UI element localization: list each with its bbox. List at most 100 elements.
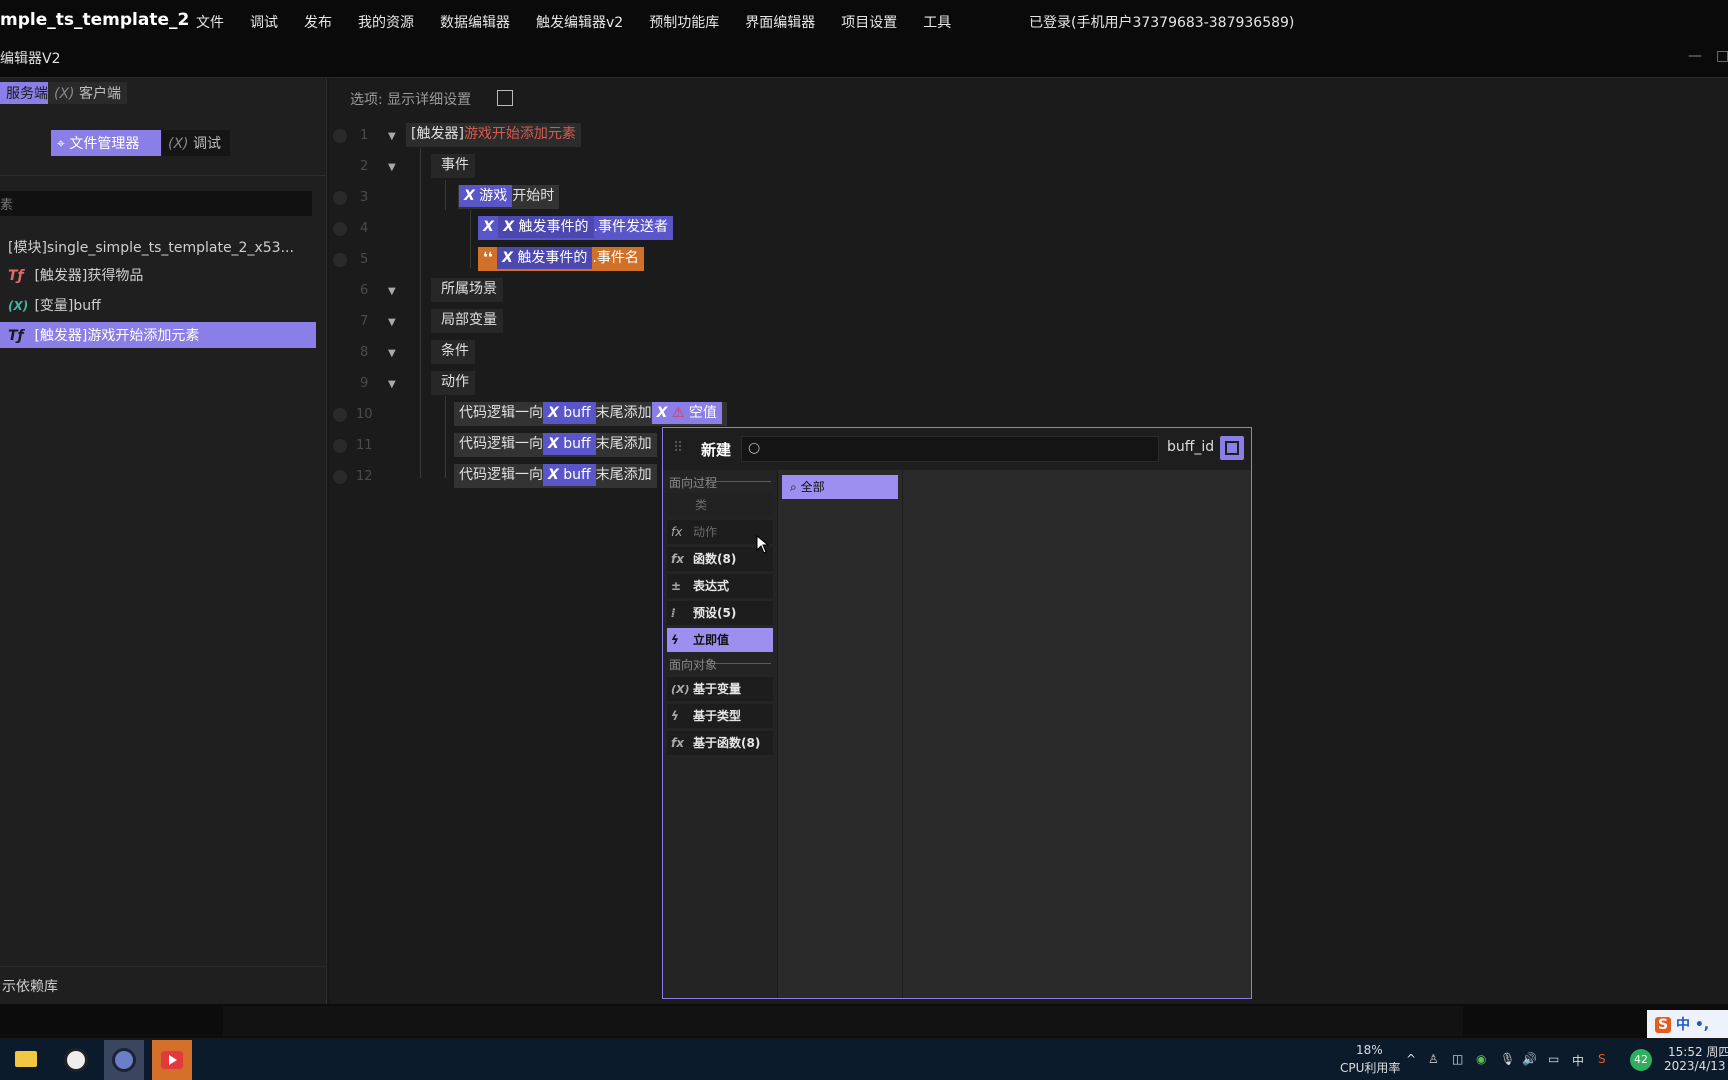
category-class[interactable]: 类 (667, 493, 773, 517)
recorder-taskbar-icon[interactable] (152, 1040, 192, 1080)
menu-item-publish[interactable]: 发布 (304, 12, 332, 32)
category-expression[interactable]: ± 表达式 (667, 574, 773, 598)
action-row[interactable]: 代码逻辑一向 X buff 末尾添加 (454, 464, 657, 488)
action-node[interactable]: 动作 (431, 371, 475, 395)
category-label: 基于函数(8) (693, 736, 761, 750)
people-icon[interactable]: ♙ (1428, 1052, 1439, 1066)
lightning-icon: ϟ (671, 709, 679, 723)
ime-mode-indicator[interactable]: 中 (1572, 1052, 1584, 1069)
horizontal-scrollbar[interactable] (223, 1006, 1463, 1036)
breakpoint-dot[interactable] (333, 408, 347, 422)
category-by-variable[interactable]: (X) 基于变量 (667, 677, 773, 701)
warning-icon: ⚠ (671, 405, 685, 421)
chevron-up-icon[interactable]: ^ (1406, 1052, 1416, 1066)
breakpoint-dot[interactable] (333, 129, 347, 143)
trigger-header[interactable]: [触发器]游戏开始添加元素 (406, 123, 581, 147)
category-label: 预设(5) (693, 606, 737, 620)
menu-item-project-settings[interactable]: 项目设置 (841, 12, 897, 32)
ime-indicator[interactable]: S 中 •, (1647, 1010, 1728, 1038)
local-vars-node[interactable]: 局部变量 (431, 309, 503, 333)
new-label: 新建 (701, 441, 732, 459)
event-sender-param[interactable]: X X 触发事件的 .事件发送者 (478, 216, 673, 240)
wechat-icon[interactable]: ◉ (1476, 1052, 1486, 1066)
file-item-variable-buff[interactable]: (X) [变量]buff (0, 292, 316, 318)
collapse-icon[interactable]: ▼ (388, 162, 396, 173)
editor-taskbar-icon[interactable] (104, 1040, 144, 1080)
login-status[interactable]: 已登录(手机用户37379683-387936589) (1029, 12, 1294, 32)
tree-guide (470, 210, 471, 268)
group-label: 面向过程 (669, 476, 718, 490)
buff-chip[interactable]: X buff (543, 464, 596, 486)
clock-date[interactable]: 2023/4/13 (1664, 1059, 1726, 1073)
buff-chip[interactable]: X buff (543, 433, 596, 455)
show-dependencies-toggle[interactable]: 示依赖库 (0, 976, 58, 996)
sogou-tray-icon[interactable]: S (1598, 1052, 1606, 1066)
file-explorer-icon[interactable] (6, 1040, 46, 1080)
monitor-icon[interactable]: ▭ (1548, 1052, 1559, 1066)
game-start-event[interactable]: X 游戏 开始时 (458, 185, 560, 209)
game-chip[interactable]: X 游戏 (459, 185, 513, 207)
breakpoint-dot[interactable] (333, 222, 347, 236)
menu-item-file[interactable]: 文件 (196, 12, 224, 32)
menu-item-data-editor[interactable]: 数据编辑器 (440, 12, 510, 32)
file-search-input[interactable]: 素 (0, 191, 312, 216)
category-label: 函数(8) (693, 552, 737, 566)
on-start-label: 开始时 (512, 188, 555, 204)
file-item-label: [模块]single_simple_ts_template_2_x53... (8, 240, 294, 256)
file-item-trigger-get-item[interactable]: Tƒ [触发器]获得物品 (0, 262, 316, 288)
category-label: 表达式 (693, 579, 730, 593)
category-immediate-value[interactable]: ϟ 立即值 (667, 628, 773, 652)
debug-label: 调试 (192, 136, 221, 152)
action-row[interactable]: 代码逻辑一向 X buff 末尾添加 X ⚠ 空值 (454, 402, 727, 426)
buff-chip[interactable]: X buff (543, 402, 596, 424)
minimize-icon[interactable]: — (1688, 48, 1702, 64)
category-by-function[interactable]: fx 基于函数(8) (667, 731, 773, 755)
menu-item-trigger-editor[interactable]: 触发编辑器v2 (536, 12, 623, 32)
null-value-chip[interactable]: X ⚠ 空值 (651, 402, 722, 424)
condition-node[interactable]: 条件 (431, 340, 475, 364)
microphone-icon[interactable]: 🎙 (1500, 1052, 1515, 1066)
show-details-checkbox[interactable] (497, 90, 513, 106)
collapse-icon[interactable]: ▼ (388, 317, 396, 328)
append-label: 末尾添加 (595, 467, 652, 483)
menu-item-prefab-library[interactable]: 预制功能库 (649, 12, 719, 32)
breakpoint-dot[interactable] (333, 470, 347, 484)
trigger-event-chip[interactable]: X 触发事件的 (497, 247, 593, 269)
menu-item-ui-editor[interactable]: 界面编辑器 (745, 12, 815, 32)
maximize-icon[interactable]: □ (1716, 48, 1728, 64)
file-item-trigger-game-start[interactable]: Tƒ [触发器]游戏开始添加元素 (0, 322, 316, 348)
tab-server[interactable]: 服务端 (0, 82, 54, 104)
breakpoint-dot[interactable] (333, 253, 347, 267)
line-number: 10 (356, 407, 373, 422)
collapse-icon[interactable]: ▼ (388, 379, 396, 390)
file-manager-button[interactable]: ⌖ 文件管理器 (51, 130, 161, 156)
subcategory-all[interactable]: ⌕ 全部 (782, 475, 898, 499)
category-by-type[interactable]: ϟ 基于类型 (667, 704, 773, 728)
drag-handle-icon[interactable]: ⠿ (673, 440, 683, 456)
trigger-event-chip[interactable]: X 触发事件的 (498, 216, 594, 238)
camera-icon[interactable]: ◫ (1452, 1052, 1463, 1066)
collapse-icon[interactable]: ▼ (388, 286, 396, 297)
popup-search-input[interactable]: ○ (741, 436, 1159, 462)
menu-item-debug[interactable]: 调试 (250, 12, 278, 32)
debug-button[interactable]: (X) 调试 (162, 130, 230, 156)
breakpoint-dot[interactable] (333, 439, 347, 453)
notification-badge[interactable]: 42 (1630, 1049, 1652, 1071)
app-taskbar-icon[interactable] (56, 1040, 96, 1080)
menu-item-tools[interactable]: 工具 (923, 12, 951, 32)
buff-label: buff (563, 436, 591, 452)
tab-client[interactable]: (X) 客户端 (48, 82, 127, 104)
file-item-module[interactable]: [模块]single_simple_ts_template_2_x53... (0, 234, 316, 260)
breakpoint-dot[interactable] (333, 191, 347, 205)
event-node[interactable]: 事件 (431, 154, 475, 178)
layout-toggle-button[interactable] (1220, 436, 1244, 460)
event-name-param[interactable]: ❛❛ X 触发事件的 .事件名 (478, 247, 644, 271)
menu-item-my-assets[interactable]: 我的资源 (358, 12, 414, 32)
clock-time[interactable]: 15:52 周四 (1668, 1043, 1728, 1060)
scene-node[interactable]: 所属场景 (431, 278, 503, 302)
volume-icon[interactable]: 🔊 (1522, 1052, 1537, 1066)
collapse-icon[interactable]: ▼ (388, 348, 396, 359)
action-row[interactable]: 代码逻辑一向 X buff 末尾添加 (454, 433, 657, 457)
collapse-icon[interactable]: ▼ (388, 131, 396, 142)
category-preset[interactable]: ⁞ 预设(5) (667, 601, 773, 625)
